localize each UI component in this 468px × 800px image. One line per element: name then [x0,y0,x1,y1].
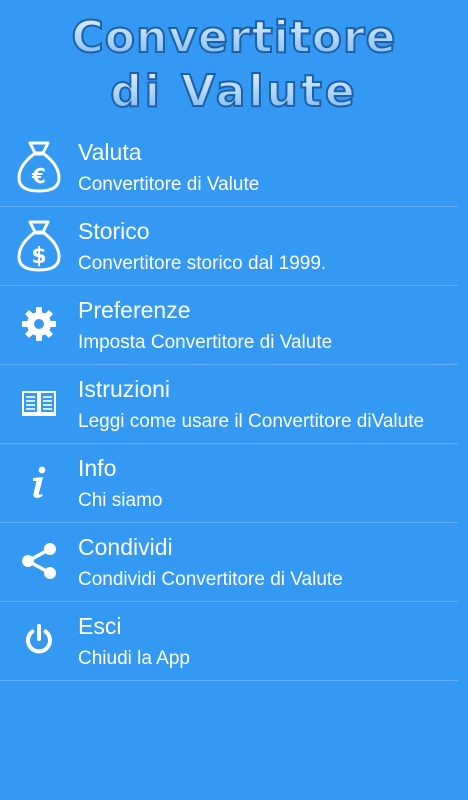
menu-item-subtitle: Condividi Convertitore di Valute [78,569,343,590]
logo-line-2: di Valute [110,66,358,114]
menu-item-title: Istruzioni [78,376,171,402]
svg-text:€: € [31,164,46,188]
gear-icon [12,296,66,352]
menu-item-istruzioni[interactable]: Istruzioni Leggi come usare il Convertit… [0,365,468,444]
menu-item-subtitle: Chiudi la App [78,648,190,669]
share-icon [12,533,66,589]
menu-item-info[interactable]: Info Chi siamo [0,444,468,523]
main-menu: € Valuta Convertitore di Valute $ Storic… [0,128,468,681]
menu-item-valuta[interactable]: € Valuta Convertitore di Valute [0,128,468,207]
menu-item-subtitle: Chi siamo [78,490,163,511]
menu-item-title: Valuta [78,139,142,165]
menu-item-subtitle: Convertitore di Valute [78,174,260,195]
menu-item-title: Info [78,455,117,481]
menu-item-subtitle: Convertitore storico dal 1999. [78,253,327,274]
power-icon [12,612,66,668]
menu-item-esci[interactable]: Esci Chiudi la App [0,602,468,681]
book-icon [12,375,66,431]
app-logo: Convertitore di Valute [71,11,397,114]
logo-line-1: Convertitore [72,12,397,63]
menu-item-title: Preferenze [78,297,191,323]
svg-text:$: $ [31,244,46,269]
menu-item-storico[interactable]: $ Storico Convertitore storico dal 1999. [0,207,468,286]
menu-item-subtitle: Imposta Convertitore di Valute [78,332,333,353]
menu-item-title: Condividi [78,534,173,560]
info-icon [12,454,66,510]
euro-money-bag-icon: € [12,138,66,194]
menu-item-title: Storico [78,218,150,244]
menu-item-subtitle: Leggi come usare il Convertitore diValut… [78,411,425,432]
menu-item-condividi[interactable]: Condividi Condividi Convertitore di Valu… [0,523,468,602]
dollar-money-bag-icon: $ [12,217,66,273]
menu-item-preferenze[interactable]: Preferenze Imposta Convertitore di Valut… [0,286,468,365]
menu-item-title: Esci [78,613,122,639]
